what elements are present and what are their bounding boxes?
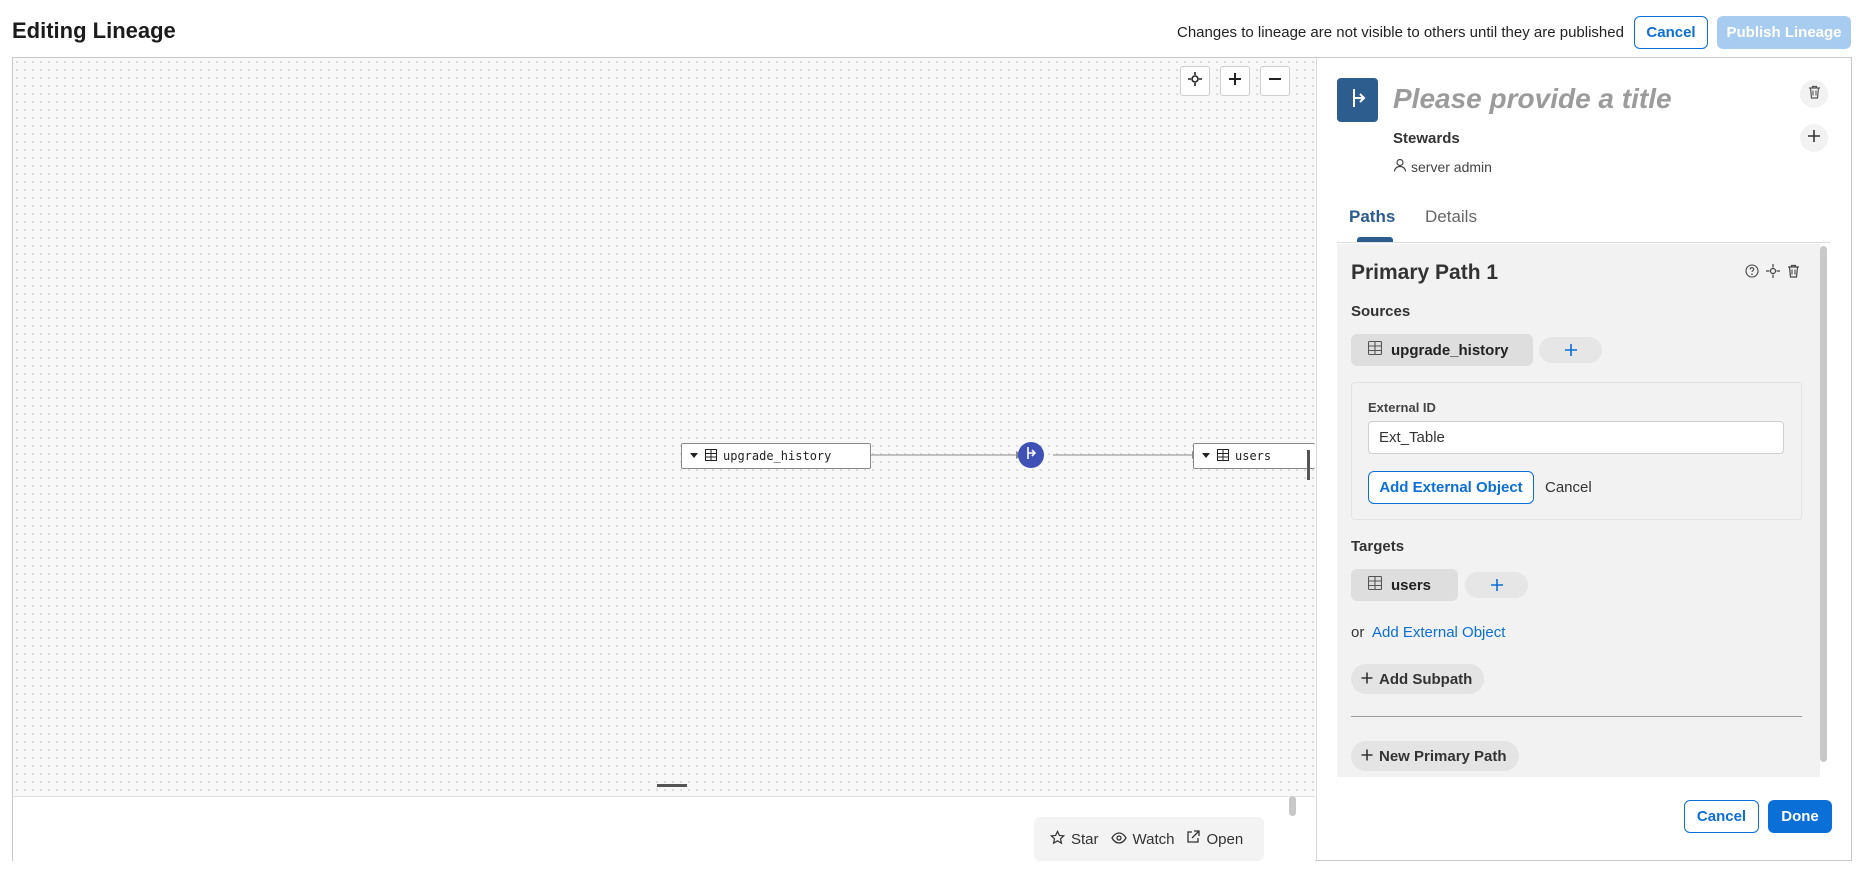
panel-divider [1316, 58, 1317, 860]
add-steward-button[interactable] [1800, 124, 1828, 152]
table-icon [1367, 575, 1383, 594]
external-cancel-button[interactable]: Cancel [1545, 479, 1592, 496]
star-button[interactable]: Star [1049, 829, 1099, 849]
lineage-icon [1348, 87, 1368, 114]
table-icon [705, 448, 717, 464]
source-node[interactable]: upgrade_history [681, 443, 871, 469]
page-title: Editing Lineage [12, 18, 176, 43]
plus-icon [1361, 671, 1373, 688]
watch-button[interactable]: Watch [1110, 830, 1175, 848]
new-primary-path-label: New Primary Path [1379, 747, 1507, 765]
publish-notice: Changes to lineage are not visible to ot… [1177, 24, 1624, 41]
locate-icon [1766, 264, 1780, 282]
external-id-label: External ID [1368, 400, 1436, 415]
target-chip[interactable]: users [1351, 569, 1458, 601]
add-external-object-link[interactable]: Add External Object [1372, 624, 1505, 641]
trash-icon [1787, 264, 1800, 282]
help-icon [1745, 264, 1759, 282]
object-toolbar: Star Watch Open [1034, 817, 1264, 861]
new-primary-path-button[interactable]: New Primary Path [1351, 741, 1519, 771]
tab-details[interactable]: Details [1425, 207, 1477, 227]
stewards-label: Stewards [1393, 130, 1460, 147]
drawer-scrollbar[interactable] [1289, 796, 1296, 816]
drawer-resize-handle[interactable] [657, 784, 687, 787]
panel-scrollbar[interactable] [1820, 246, 1827, 762]
add-external-object-button[interactable]: Add External Object [1368, 471, 1534, 504]
table-icon [1217, 448, 1229, 464]
targets-label: Targets [1351, 538, 1405, 555]
trash-icon [1808, 85, 1821, 104]
source-chip-label: upgrade_history [1391, 341, 1509, 359]
table-icon [1367, 340, 1383, 359]
delete-path-button[interactable] [1787, 264, 1800, 283]
steward-entry: server admin [1393, 158, 1492, 175]
footer-cancel-button[interactable]: Cancel [1684, 800, 1759, 833]
external-id-input[interactable]: Ext_Table [1368, 421, 1784, 454]
lineage-icon [1024, 446, 1038, 465]
header-cancel-button[interactable]: Cancel [1634, 16, 1708, 49]
caret-down-icon [1201, 449, 1211, 463]
add-subpath-button[interactable]: Add Subpath [1351, 664, 1485, 694]
target-chip-label: users [1391, 576, 1432, 594]
lineage-title-input[interactable]: Please provide a title [1393, 83, 1672, 115]
tab-paths[interactable]: Paths [1349, 207, 1395, 227]
open-label: Open [1206, 830, 1244, 848]
locate-path-button[interactable] [1766, 264, 1780, 283]
eye-icon [1110, 831, 1127, 848]
help-button[interactable] [1745, 264, 1759, 283]
steward-name: server admin [1411, 158, 1492, 175]
add-source-button[interactable] [1539, 337, 1602, 363]
or-label: or [1351, 624, 1365, 641]
tabs-divider [1337, 242, 1830, 243]
source-node-label: upgrade_history [723, 449, 832, 463]
source-chip[interactable]: upgrade_history [1351, 334, 1533, 366]
sources-label: Sources [1351, 303, 1411, 320]
plus-icon [1490, 572, 1504, 598]
add-target-button[interactable] [1465, 572, 1528, 598]
plus-icon [1807, 129, 1821, 148]
star-icon [1049, 829, 1066, 849]
user-icon [1393, 158, 1407, 175]
plus-icon [1564, 337, 1578, 363]
watch-label: Watch [1132, 830, 1175, 848]
lineage-process-node[interactable] [1018, 442, 1044, 468]
delete-lineage-button[interactable] [1800, 80, 1828, 108]
external-link-icon [1186, 830, 1201, 848]
lineage-badge [1337, 78, 1378, 122]
lineage-canvas[interactable]: upgrade_history users [13, 58, 1315, 796]
publish-lineage-button[interactable]: Publish Lineage [1717, 16, 1851, 49]
done-button[interactable]: Done [1768, 800, 1832, 833]
plus-icon [1361, 748, 1373, 765]
section-divider [1351, 716, 1802, 717]
caret-down-icon [689, 449, 699, 463]
target-node[interactable]: users [1193, 443, 1315, 469]
path-title: Primary Path 1 [1351, 261, 1499, 284]
add-subpath-label: Add Subpath [1379, 670, 1473, 688]
star-label: Star [1071, 830, 1099, 848]
lineage-edges [870, 451, 1199, 459]
open-button[interactable]: Open [1186, 830, 1243, 848]
target-node-label: users [1235, 449, 1272, 463]
panel-resize-handle[interactable] [1307, 450, 1310, 480]
